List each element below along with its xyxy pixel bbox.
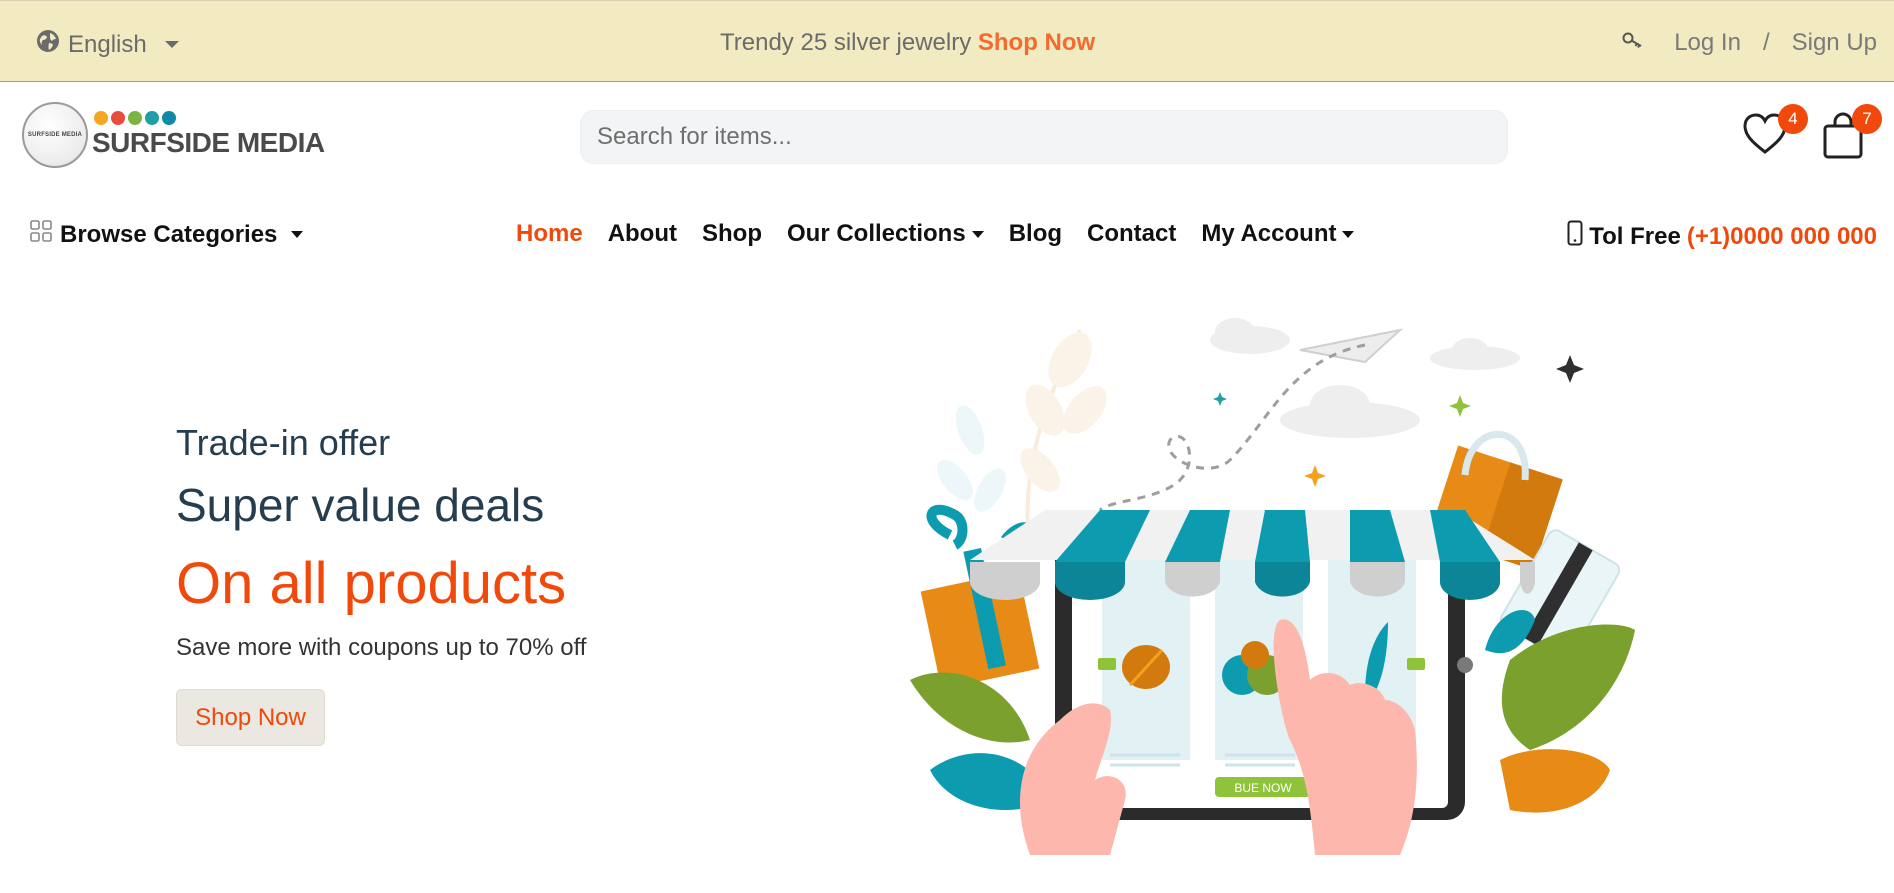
browse-categories-button[interactable]: Browse Categories [30, 220, 304, 249]
cart-button[interactable]: 7 [1822, 104, 1882, 165]
signup-link[interactable]: Sign Up [1792, 29, 1877, 57]
cart-count-badge: 7 [1852, 104, 1882, 134]
shopping-bag-icon [1822, 112, 1864, 164]
key-icon [1622, 29, 1644, 57]
nav-item-our-collections[interactable]: Our Collections [787, 220, 984, 248]
nav-item-contact[interactable]: Contact [1087, 220, 1176, 248]
wishlist-count-badge: 4 [1778, 104, 1808, 134]
nav-item-home[interactable]: Home [516, 220, 583, 248]
nav-item-blog[interactable]: Blog [1009, 220, 1062, 248]
logo-dot [111, 111, 125, 125]
logo-dot [94, 111, 108, 125]
grid-icon [30, 220, 52, 249]
nav-label: Contact [1087, 220, 1177, 247]
illustration-buy-now-text: BUE NOW [1234, 781, 1292, 795]
login-link[interactable]: Log In [1674, 29, 1741, 57]
nav-item-my-account[interactable]: My Account [1201, 220, 1355, 248]
hero-subtitle: Trade-in offer [176, 422, 391, 463]
logo-dot [128, 111, 142, 125]
logo-badge: SURFSIDE MEDIA [22, 102, 88, 168]
logo-dots [94, 111, 325, 125]
nav-label: Our Collections [787, 220, 966, 247]
logo-dot [162, 111, 176, 125]
nav-label: Home [516, 220, 583, 247]
language-label: English [68, 30, 147, 58]
toll-free-phone: Tol Free (+1)0000 000 000 [1567, 220, 1877, 253]
wishlist-button[interactable]: 4 [1742, 104, 1808, 161]
promo-shop-now-link[interactable]: Shop Now [978, 29, 1095, 56]
heart-icon [1742, 113, 1788, 160]
phone-icon [1567, 220, 1583, 253]
hero-title: Super value deals [176, 479, 545, 531]
logo[interactable]: SURFSIDE MEDIA SURFSIDE MEDIA [22, 102, 325, 168]
language-selector[interactable]: English [36, 29, 179, 60]
chevron-down-icon [164, 41, 179, 48]
chevron-down-icon [971, 230, 984, 238]
logo-badge-text: SURFSIDE MEDIA [27, 132, 83, 138]
globe-icon [36, 29, 60, 60]
promo-text: Trendy 25 silver jewelry [720, 29, 972, 56]
auth-separator: / [1762, 29, 1770, 56]
phone-number[interactable]: (+1)0000 000 000 [1687, 223, 1877, 251]
hero-shop-now-button[interactable]: Shop Now [176, 689, 325, 746]
logo-text: SURFSIDE MEDIA [92, 127, 325, 158]
top-bar: English Trendy 25 silver jewelry Shop No… [0, 0, 1894, 82]
search-input[interactable] [597, 123, 1507, 151]
nav-label: About [607, 220, 677, 247]
hero-description: Save more with coupons up to 70% off [176, 634, 587, 661]
chevron-down-icon [1342, 230, 1355, 238]
browse-categories-label: Browse Categories [60, 220, 278, 248]
chevron-down-icon [291, 231, 304, 238]
search-bar [580, 110, 1508, 164]
auth-links: Log In / Sign Up [1622, 29, 1877, 57]
nav-label: Shop [702, 220, 762, 247]
logo-dot [145, 111, 159, 125]
nav-item-about[interactable]: About [608, 220, 677, 248]
nav-label: Blog [1008, 220, 1063, 247]
nav-label: My Account [1201, 220, 1337, 247]
main-nav: Home About Shop Our Collections Blog Con… [516, 220, 1355, 248]
nav-item-shop[interactable]: Shop [702, 220, 762, 248]
phone-label: Tol Free [1589, 222, 1681, 250]
promo-banner: Trendy 25 silver jewelry Shop Now [720, 29, 1095, 57]
hero-accent-title: On all products [176, 551, 567, 616]
hero-illustration: BUE NOW [910, 300, 1650, 855]
